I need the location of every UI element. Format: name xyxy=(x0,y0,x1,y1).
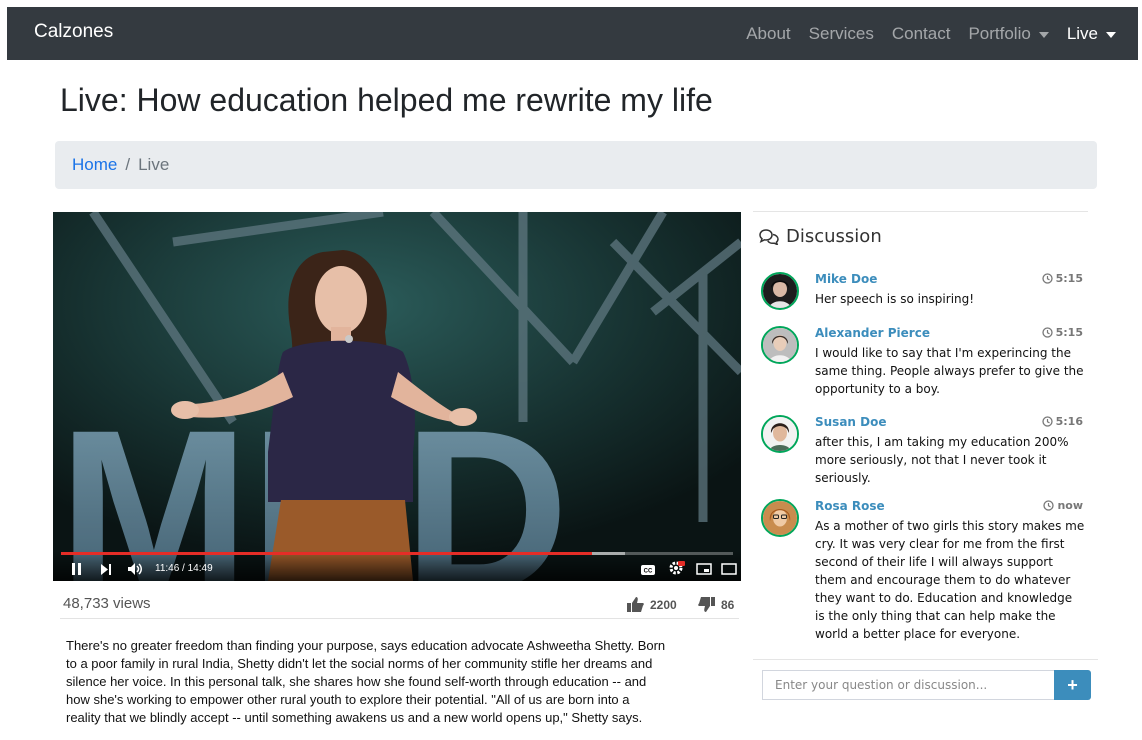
brand-logo[interactable]: Calzones xyxy=(34,21,113,43)
divider xyxy=(60,618,739,619)
divider xyxy=(753,211,1088,212)
breadcrumb: Home / Live xyxy=(55,141,1097,189)
nav-link-label: Live xyxy=(1066,23,1098,43)
chat-text: I would like to say that I'm experincing… xyxy=(815,346,1084,396)
like-button[interactable]: 2200 xyxy=(627,597,677,612)
chat-message: Susan Doe 5:16 after this, I am taking m… xyxy=(761,415,1083,485)
progress-fill xyxy=(61,552,592,555)
nav-link-live[interactable]: Live xyxy=(1067,24,1116,44)
time-display: 11:46 / 14:49 xyxy=(155,563,213,574)
comments-icon xyxy=(759,228,779,245)
miniplayer-icon[interactable] xyxy=(696,563,712,575)
breadcrumb-current: Live xyxy=(138,155,170,174)
chat-timestamp: 5:16 xyxy=(1041,415,1083,428)
chat-timestamp: now xyxy=(1043,499,1083,512)
caret-down-icon xyxy=(1038,31,1049,38)
chat-text: As a mother of two girls this story make… xyxy=(815,519,1085,641)
video-frame: MED xyxy=(53,212,741,581)
page-title: Live: How education helped me rewrite my… xyxy=(60,82,713,118)
chat-time-text: 5:16 xyxy=(1055,415,1083,428)
breadcrumb-home-link[interactable]: Home xyxy=(72,155,117,175)
chat-message: Mike Doe 5:15 Her speech is so inspiring… xyxy=(761,272,1083,312)
video-controls: 11:46 / 14:49 CC xyxy=(53,551,741,581)
chat-text: Her speech is so inspiring! xyxy=(815,292,975,306)
chat-author[interactable]: Rosa Rose xyxy=(815,499,885,513)
clock-icon xyxy=(1041,327,1053,338)
nav-link-about[interactable]: About xyxy=(746,24,790,44)
view-count: 48,733 views xyxy=(63,595,151,612)
nav-link-contact[interactable]: Contact xyxy=(892,24,951,44)
navbar: Calzones About Services Contact Portfoli… xyxy=(7,7,1138,60)
clock-icon xyxy=(1043,500,1055,511)
svg-text:CC: CC xyxy=(644,569,653,575)
thumbs-up-icon xyxy=(627,597,644,612)
pause-icon[interactable] xyxy=(71,563,82,575)
video-player[interactable]: MED 11:46 / 14:49 C xyxy=(53,212,741,581)
chat-timestamp: 5:15 xyxy=(1041,326,1083,339)
chat-author[interactable]: Susan Doe xyxy=(815,415,887,429)
nav-link-label: Contact xyxy=(891,23,951,43)
video-description: There's no greater freedom than finding … xyxy=(66,638,666,725)
chat-message: Rosa Rose now As a mother of two girls t… xyxy=(761,499,1085,644)
volume-icon[interactable] xyxy=(128,563,144,575)
chat-message: Alexander Pierce 5:15 I would like to sa… xyxy=(761,326,1084,396)
avatar xyxy=(761,326,799,364)
nav-links: About Services Contact Portfolio Live xyxy=(728,7,1116,60)
like-count: 2200 xyxy=(650,597,677,612)
avatar xyxy=(761,272,799,310)
discussion-title: Discussion xyxy=(786,226,882,247)
caret-down-icon xyxy=(1106,31,1116,38)
chat-text: after this, I am taking my education 200… xyxy=(815,435,1069,485)
breadcrumb-separator: / xyxy=(125,155,131,174)
captions-icon[interactable]: CC xyxy=(641,565,655,575)
clock-icon xyxy=(1041,416,1053,427)
chat-author[interactable]: Mike Doe xyxy=(815,272,877,286)
fullscreen-icon[interactable] xyxy=(721,563,737,575)
discussion-header: Discussion xyxy=(759,226,882,247)
next-icon[interactable] xyxy=(101,564,112,575)
thumbs-down-icon xyxy=(698,597,715,612)
chat-timestamp: 5:15 xyxy=(1041,272,1083,285)
nav-link-label: About xyxy=(746,23,791,43)
chat-time-text: now xyxy=(1057,499,1083,512)
nav-link-label: Portfolio xyxy=(968,23,1031,43)
clock-icon xyxy=(1041,273,1053,284)
chat-time-text: 5:15 xyxy=(1055,272,1083,285)
nav-link-label: Services xyxy=(808,23,874,43)
chat-author[interactable]: Alexander Pierce xyxy=(815,326,930,340)
avatar xyxy=(761,499,799,537)
avatar xyxy=(761,415,799,453)
submit-discussion-button[interactable]: + xyxy=(1054,670,1091,700)
progress-bar[interactable] xyxy=(61,552,733,555)
divider xyxy=(753,659,1098,660)
nav-link-services[interactable]: Services xyxy=(809,24,874,44)
dislike-count: 86 xyxy=(721,597,735,612)
discussion-input[interactable] xyxy=(762,670,1055,700)
nav-link-portfolio[interactable]: Portfolio xyxy=(968,23,1049,44)
settings-icon[interactable] xyxy=(669,561,685,575)
chat-time-text: 5:15 xyxy=(1055,326,1083,339)
dislike-button[interactable]: 86 xyxy=(698,597,734,612)
